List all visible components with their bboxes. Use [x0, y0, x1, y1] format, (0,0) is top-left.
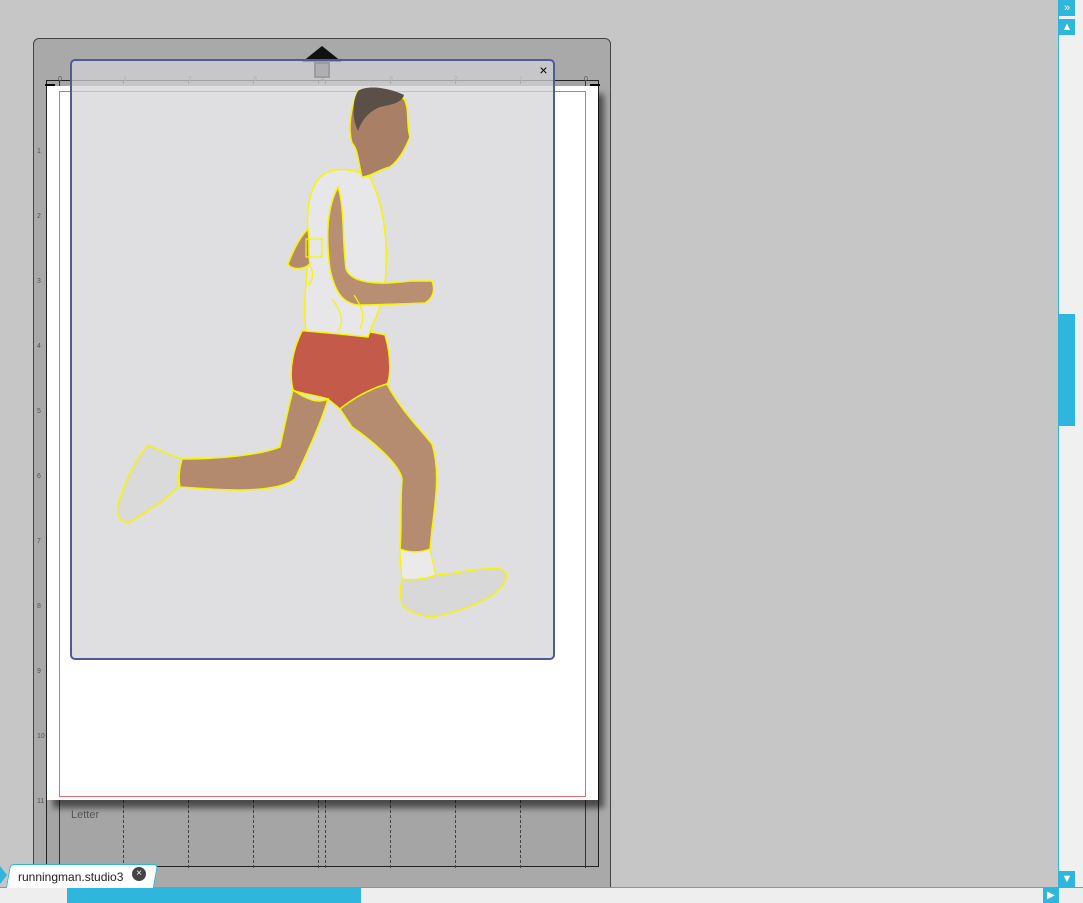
- scroll-up-icon[interactable]: ▲: [1059, 19, 1075, 35]
- design-canvas[interactable]: 0 1 2 3 4 3 2 1 0 1 2 3 4 5 6 7 8 9 10 1…: [0, 0, 1058, 887]
- ruler-tick-label: 4: [37, 343, 41, 350]
- ruler-tick-label: 3: [37, 278, 41, 285]
- ruler-tick-label: 6: [37, 473, 41, 480]
- ruler-tick-label: 9: [37, 668, 41, 675]
- ruler-tick-label: 8: [37, 603, 41, 610]
- paper-size-label: Letter: [71, 809, 99, 821]
- scroll-right-icon[interactable]: ▶: [1043, 888, 1059, 903]
- ruler-tick-label: 10: [37, 733, 45, 740]
- ruler-tick-label: 1: [37, 148, 41, 155]
- scroll-down-icon[interactable]: ▼: [1059, 871, 1075, 887]
- ruler-tick-label: 5: [37, 408, 41, 415]
- ruler-tick-label: 11: [37, 798, 44, 805]
- ruler-tick-label: 0: [58, 76, 62, 83]
- running-man-image[interactable]: [70, 59, 555, 660]
- ruler-tick-label: 0: [584, 76, 588, 83]
- close-icon[interactable]: ×: [535, 62, 552, 79]
- ruler-tick-label: 7: [37, 538, 41, 545]
- ruler-tick-label: 2: [37, 213, 41, 220]
- vertical-scroll-thumb[interactable]: [1059, 314, 1075, 426]
- collapse-panel-icon[interactable]: »: [1059, 0, 1075, 16]
- horizontal-scroll-thumb[interactable]: [67, 888, 361, 903]
- close-tab-icon[interactable]: ×: [132, 867, 146, 881]
- vertical-scrollbar[interactable]: [1058, 0, 1083, 887]
- document-tab-label[interactable]: runningman.studio3: [18, 870, 123, 884]
